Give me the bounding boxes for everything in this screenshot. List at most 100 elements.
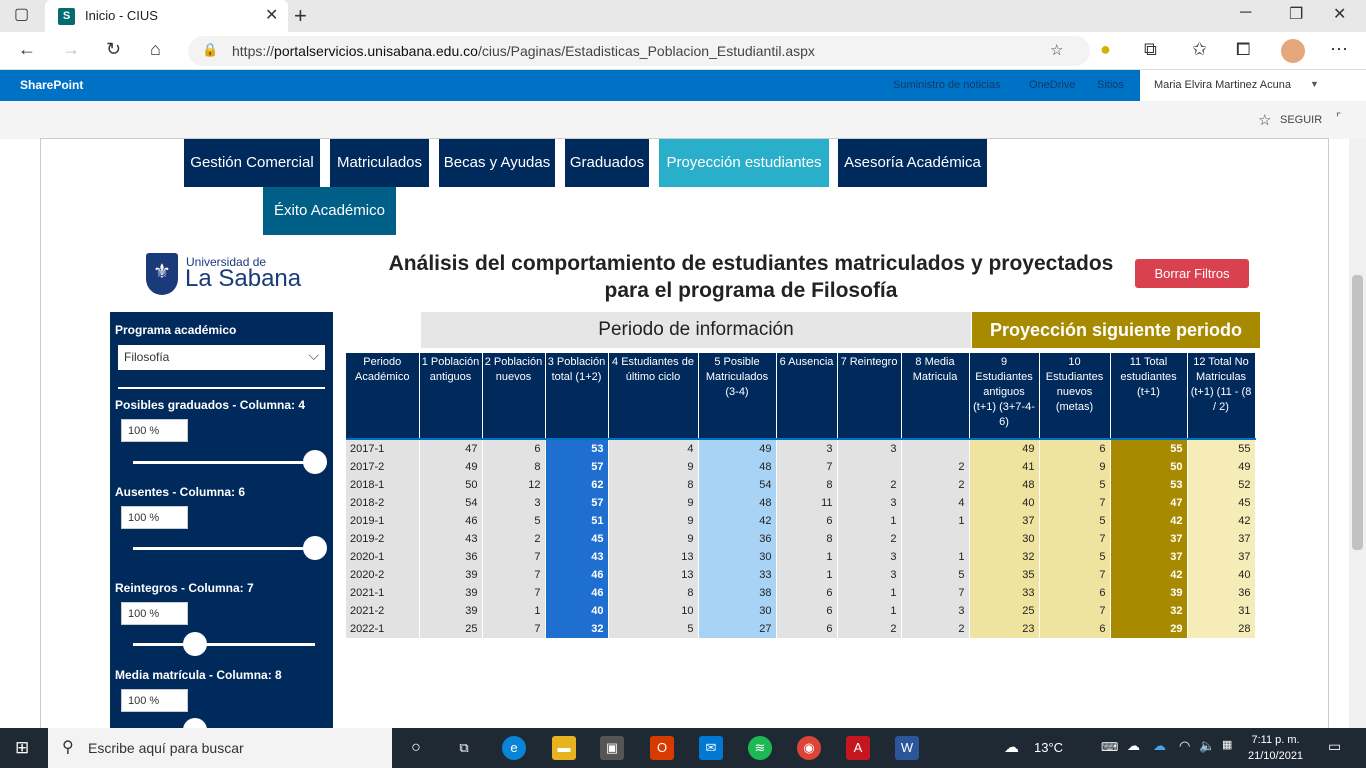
reintegros-input[interactable]: 100 % — [121, 602, 188, 625]
wifi-icon[interactable]: ◠ — [1179, 738, 1190, 754]
word-icon[interactable]: W — [895, 736, 919, 760]
acrobat-icon[interactable]: A — [846, 736, 870, 760]
clear-filters-button[interactable]: Borrar Filtros — [1135, 259, 1249, 288]
new-tab-icon[interactable]: + — [294, 3, 307, 29]
sharepoint-title[interactable]: SharePoint — [20, 78, 83, 92]
favorite-star-icon[interactable]: ☆ — [1050, 41, 1063, 59]
file-explorer-icon[interactable]: ▬ — [552, 736, 576, 760]
user-menu[interactable]: Maria Elvira Martinez Acuna ▼ — [1140, 70, 1366, 101]
ausentes-slider-track[interactable] — [133, 547, 315, 550]
value-cell: 27 — [698, 620, 777, 638]
nav-asesoria-academica[interactable]: Asesoría Académica — [838, 139, 987, 187]
divider — [118, 387, 325, 389]
media-input[interactable]: 100 % — [121, 689, 188, 712]
spotify-icon[interactable]: ≋ — [748, 736, 772, 760]
taskbar-search[interactable]: ⚲ Escribe aquí para buscar — [48, 728, 392, 768]
value-cell: 13 — [608, 566, 699, 584]
store-icon[interactable]: ▣ — [600, 736, 624, 760]
forward-icon[interactable]: → — [62, 39, 80, 60]
onedrive-icon[interactable]: ☁ — [1153, 738, 1166, 754]
url-field[interactable]: 🔒 https://portalservicios.unisabana.edu.… — [188, 36, 1090, 66]
tab-actions-icon[interactable]: ▢ — [14, 4, 29, 24]
reintegros-slider-thumb[interactable] — [183, 632, 207, 656]
user-name: Maria Elvira Martinez Acuna — [1154, 79, 1291, 91]
value-cell: 5 — [608, 620, 699, 638]
nav-matriculados[interactable]: Matriculados — [330, 139, 429, 187]
back-icon[interactable]: ← — [18, 39, 36, 60]
action-center-icon[interactable]: ▭ — [1328, 738, 1341, 755]
value-cell: 10 — [608, 602, 699, 620]
follow-button[interactable]: SEGUIR — [1280, 114, 1322, 126]
notification-badge-icon[interactable]: ▦ — [1222, 738, 1232, 751]
nav-proyeccion-estudiantes[interactable]: Proyección estudiantes — [659, 139, 829, 187]
page-scrollbar[interactable] — [1349, 139, 1366, 728]
sharepoint-sub-bar: ☆ SEGUIR ⌜ — [0, 101, 1366, 139]
close-tab-icon[interactable]: ✕ — [265, 5, 278, 25]
value-cell: 40 — [545, 602, 609, 620]
period-cell: 2020-1 — [346, 548, 420, 566]
table-row: 2019-2 43 2 45 9 36 8 2 30 7 37 37 — [346, 530, 1256, 548]
collections-icon[interactable]: ⧠ — [1236, 39, 1250, 60]
volume-icon[interactable]: 🔈 — [1199, 738, 1215, 754]
profile-avatar[interactable] — [1281, 39, 1305, 63]
column-header[interactable]: 10 Estudiantes nuevos (metas) — [1039, 353, 1111, 439]
nav-gestion-comercial[interactable]: Gestión Comercial — [184, 139, 320, 187]
column-header[interactable]: 5 Posible Matriculados (3-4) — [698, 353, 777, 439]
office-icon[interactable]: O — [650, 736, 674, 760]
program-dropdown[interactable]: Filosofía ⌵ — [118, 345, 325, 370]
nav-becas-y-ayudas[interactable]: Becas y Ayudas — [439, 139, 555, 187]
graduados-slider-thumb[interactable] — [303, 450, 327, 474]
media-slider-thumb[interactable] — [183, 718, 207, 728]
column-header[interactable]: Periodo Académico — [346, 353, 420, 439]
column-header[interactable]: 8 Media Matricula — [901, 353, 970, 439]
value-cell: 53 — [1110, 476, 1188, 494]
close-window-icon[interactable]: ✕ — [1333, 4, 1346, 24]
table-row: 2020-2 39 7 46 13 33 1 3 5 35 7 42 40 — [346, 566, 1256, 584]
value-cell: 46 — [545, 566, 609, 584]
column-header[interactable]: 7 Reintegro — [837, 353, 902, 439]
refresh-icon[interactable]: ↻ — [106, 39, 121, 60]
clock[interactable]: 7:11 p. m. 21/10/2021 — [1248, 732, 1303, 764]
column-header[interactable]: 6 Ausencia — [776, 353, 838, 439]
ausentes-input[interactable]: 100 % — [121, 506, 188, 529]
column-header[interactable]: 2 Población nuevos — [482, 353, 546, 439]
more-options-icon[interactable]: ⋯ — [1330, 39, 1348, 60]
input-method-icon[interactable]: ⌨ — [1101, 740, 1118, 754]
minimize-icon[interactable]: ─ — [1240, 4, 1251, 22]
task-view-icon[interactable]: ⧉ — [452, 736, 476, 760]
value-cell: 42 — [1187, 512, 1256, 530]
cortana-icon[interactable]: ○ — [404, 736, 428, 760]
ausentes-slider-thumb[interactable] — [303, 536, 327, 560]
restore-icon[interactable]: ❐ — [1289, 4, 1303, 24]
onedrive-link[interactable]: OneDrive — [1029, 79, 1075, 91]
favorites-icon[interactable]: ✩ — [1192, 39, 1207, 60]
follow-star-icon[interactable]: ☆ — [1258, 111, 1271, 129]
windows-start-icon[interactable]: ⊞ — [15, 738, 29, 758]
column-header[interactable]: 9 Estudiantes antiguos (t+1) (3+7-4-6) — [969, 353, 1040, 439]
sites-link[interactable]: Sitios — [1097, 79, 1124, 91]
column-header[interactable]: 4 Estudiantes de último ciclo — [608, 353, 699, 439]
edge-icon[interactable]: e — [502, 736, 526, 760]
focus-icon[interactable]: ⌜ — [1336, 111, 1341, 124]
column-header[interactable]: 1 Población antiguos — [419, 353, 483, 439]
browser-tab[interactable]: S Inicio - CIUS ✕ — [45, 0, 288, 32]
reintegros-slider-track[interactable] — [133, 643, 315, 646]
nav-graduados[interactable]: Graduados — [565, 139, 649, 187]
nav-exito-academico[interactable]: Éxito Académico — [263, 187, 396, 235]
temperature[interactable]: 13°C — [1034, 740, 1063, 755]
weather-icon[interactable]: ☁ — [1004, 738, 1019, 756]
extensions-puzzle-icon[interactable]: ⧉ — [1144, 39, 1157, 60]
home-icon[interactable]: ⌂ — [150, 39, 161, 60]
mail-icon[interactable]: ✉ — [699, 736, 723, 760]
chrome-icon[interactable]: ◉ — [797, 736, 821, 760]
column-header[interactable]: 11 Total estudiantes (t+1) — [1110, 353, 1188, 439]
column-header[interactable]: 3 Población total (1+2) — [545, 353, 609, 439]
extension-icon[interactable]: ● — [1100, 39, 1111, 60]
value-cell: 7 — [1039, 530, 1111, 548]
graduados-input[interactable]: 100 % — [121, 419, 188, 442]
scrollbar-thumb[interactable] — [1352, 275, 1363, 550]
newsfeed-link[interactable]: Suministro de noticias — [893, 79, 1001, 91]
graduados-slider-track[interactable] — [133, 461, 315, 464]
cloud-icon[interactable]: ☁ — [1127, 738, 1140, 754]
column-header[interactable]: 12 Total No Matriculas (t+1) (11 - (8 / … — [1187, 353, 1256, 439]
